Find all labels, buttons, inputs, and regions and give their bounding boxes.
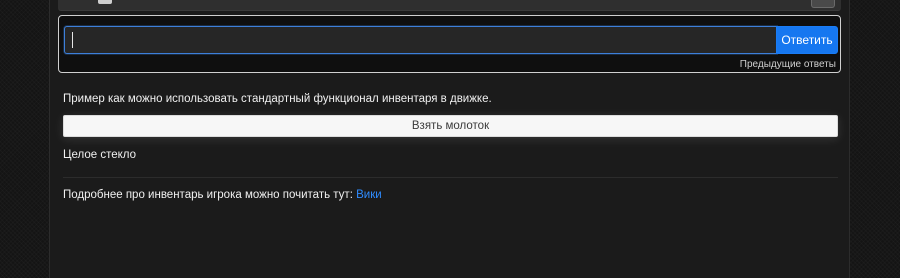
text-caret — [72, 32, 73, 48]
footer-text: Подробнее про инвентарь игрока можно поч… — [63, 189, 353, 201]
previous-answers-link[interactable]: Предыдущие ответы — [740, 59, 836, 70]
answer-input[interactable] — [64, 26, 777, 54]
submit-answer-button[interactable]: Ответить — [776, 26, 838, 54]
menu-toggle-icon[interactable] — [811, 0, 835, 8]
top-bar — [58, 0, 841, 11]
divider — [63, 177, 838, 178]
footer-note: Подробнее про инвентарь игрока можно поч… — [63, 189, 382, 201]
wiki-link[interactable]: Вики — [356, 189, 382, 201]
answer-form: Ответить Предыдущие ответы — [58, 15, 841, 73]
status-text: Целое стекло — [63, 149, 137, 161]
game-panel: Ответить Предыдущие ответы Пример как мо… — [49, 0, 850, 278]
inventory-description: Пример как можно использовать стандартны… — [63, 93, 492, 105]
take-hammer-button[interactable]: Взять молоток — [63, 115, 838, 137]
top-bar-title-fragment — [98, 0, 112, 4]
